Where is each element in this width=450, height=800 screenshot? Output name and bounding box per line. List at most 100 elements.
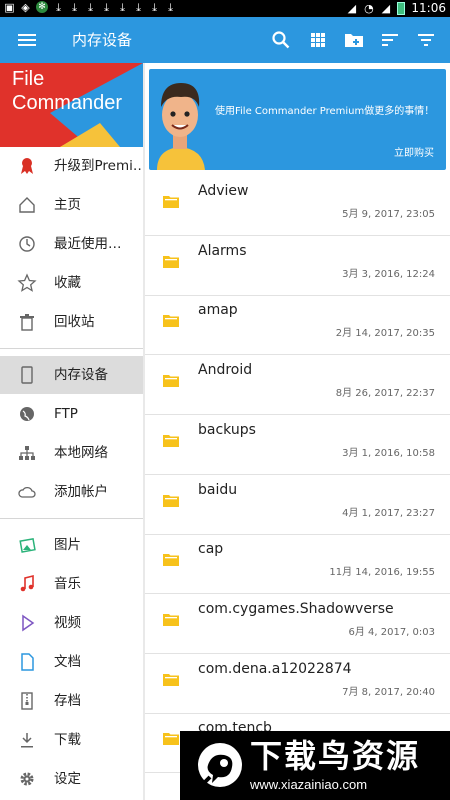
download-notification-icon: ⤓ xyxy=(136,1,141,14)
phone-icon xyxy=(21,366,33,384)
file-name: baidu xyxy=(198,481,238,498)
brand-title: File Commander xyxy=(12,68,123,114)
sidebar-item-archives[interactable]: 存档 xyxy=(0,682,143,720)
download-icon xyxy=(21,733,33,748)
file-modified-date: 6月 4, 2017, 0:03 xyxy=(348,626,435,638)
file-row[interactable]: amap 2月 14, 2017, 20:35 xyxy=(145,295,450,356)
navigation-drawer: File Commander 升级到Premi… 主页 最近使用… 收藏 回收站… xyxy=(0,63,143,800)
file-row[interactable]: com.cygames.Shadowverse 6月 4, 2017, 0:03 xyxy=(145,594,450,654)
download-notification-icon: ⤓ xyxy=(120,1,125,14)
sidebar-item-downloads[interactable]: 下载 xyxy=(0,721,143,759)
premium-ribbon-icon xyxy=(21,158,33,174)
folder-icon xyxy=(163,196,179,208)
file-modified-date: 5月 9, 2017, 23:05 xyxy=(342,209,435,220)
image-notification-icon: ▣ xyxy=(4,1,15,14)
file-name: cap xyxy=(198,541,224,558)
file-modified-date: 8月 26, 2017, 22:37 xyxy=(335,388,435,400)
watermark-logo: 下载鸟资源 www.xiazainiao.com xyxy=(180,731,450,800)
battery-icon xyxy=(397,2,406,15)
status-bar: ▣ ◈ ✻ ⤓ ⤓ ⤓ ⤓ ⤓ ⤓ ⤓ ⤓ ◢ ◔ ◢ 11:06 xyxy=(0,0,450,17)
network-icon xyxy=(19,446,35,460)
file-row[interactable]: com.dena.a12022874 7月 8, 2017, 20:40 xyxy=(145,654,450,714)
download-notification-icon: ⤓ xyxy=(152,1,157,14)
sidebar-item-label: 回收站 xyxy=(54,314,95,330)
file-modified-date: 4月 1, 2017, 23:27 xyxy=(342,507,435,519)
sidebar-item-music[interactable]: 音乐 xyxy=(0,565,143,603)
folder-icon xyxy=(163,315,179,328)
folder-icon xyxy=(163,255,179,268)
buy-now-link[interactable]: 立即购买 xyxy=(394,147,434,161)
file-modified-date: 3月 1, 2016, 10:58 xyxy=(342,447,435,459)
star-icon xyxy=(17,273,37,292)
new-folder-icon[interactable] xyxy=(342,28,366,52)
file-row[interactable]: Adview 5月 9, 2017, 23:05 xyxy=(145,176,450,236)
drawer-divider xyxy=(0,518,143,519)
file-row[interactable]: Alarms 3月 3, 2016, 12:24 xyxy=(145,236,450,296)
search-icon[interactable] xyxy=(269,28,293,52)
download-notification-icon: ⤓ xyxy=(56,1,61,14)
file-row[interactable]: Android 8月 26, 2017, 22:37 xyxy=(145,355,450,416)
sort-icon[interactable] xyxy=(378,28,402,52)
file-row[interactable]: baidu 4月 1, 2017, 23:27 xyxy=(145,475,450,535)
menu-icon[interactable] xyxy=(15,28,39,52)
signal-icon: ◢ xyxy=(347,2,357,15)
sidebar-item-ftp[interactable]: FTP xyxy=(0,395,143,433)
clock-icon xyxy=(19,236,35,252)
sidebar-item-label: 内存设备 xyxy=(54,367,108,383)
sidebar-item-label: 最近使用… xyxy=(54,236,122,252)
sidebar-item-pictures[interactable]: 图片 xyxy=(0,526,143,564)
trash-icon xyxy=(20,314,34,331)
sidebar-item-label: 音乐 xyxy=(54,576,81,592)
watermark-title: 下载鸟资源 xyxy=(250,737,421,775)
folder-icon xyxy=(163,613,179,626)
sidebar-item-recent[interactable]: 最近使用… xyxy=(0,225,143,263)
sidebar-item-settings[interactable]: 设定 xyxy=(0,760,143,798)
folder-icon xyxy=(163,375,179,388)
sidebar-item-home[interactable]: 主页 xyxy=(0,186,143,224)
sidebar-item-local-network[interactable]: 本地网络 xyxy=(0,434,143,472)
sidebar-item-label: 视频 xyxy=(54,615,81,631)
sidebar-item-recycle-bin[interactable]: 回收站 xyxy=(0,303,143,341)
download-notification-icon: ⤓ xyxy=(104,1,109,14)
document-icon xyxy=(21,653,34,671)
download-notification-icon: ⤓ xyxy=(168,1,173,14)
file-name: Android xyxy=(198,362,253,379)
file-row[interactable]: backups 3月 1, 2016, 10:58 xyxy=(145,415,450,475)
app-toolbar: 内存设备 xyxy=(0,17,450,63)
drawer-header: File Commander xyxy=(0,63,143,147)
archive-icon xyxy=(21,692,33,710)
file-list-panel: 使用File Commander Premium做更多的事情！ 立即购买 Adv… xyxy=(145,63,450,800)
sidebar-item-favorites[interactable]: 收藏 xyxy=(0,264,143,302)
sidebar-item-label: 收藏 xyxy=(54,275,81,291)
folder-icon xyxy=(163,733,179,746)
sidebar-item-label: 添加帐户 xyxy=(54,484,108,500)
sidebar-item-label: 图片 xyxy=(54,537,81,553)
bird-logo-icon xyxy=(198,743,242,787)
home-icon xyxy=(19,197,35,213)
promo-message: 使用File Commander Premium做更多的事情！ xyxy=(215,106,435,117)
file-modified-date: 11月 14, 2016, 19:55 xyxy=(329,567,435,579)
sidebar-item-upgrade[interactable]: 升级到Premi… xyxy=(0,147,143,185)
sidebar-item-internal-storage[interactable]: 内存设备 xyxy=(0,356,143,394)
folder-icon xyxy=(163,673,179,686)
sidebar-item-label: 升级到Premi… xyxy=(54,158,143,174)
watermark-url: www.xiazainiao.com xyxy=(250,777,368,792)
download-notification-icon: ⤓ xyxy=(88,1,93,14)
grid-view-icon[interactable] xyxy=(306,28,330,52)
file-name: Alarms xyxy=(198,242,247,259)
folder-icon xyxy=(163,494,179,507)
file-row[interactable]: cap 11月 14, 2016, 19:55 xyxy=(145,534,450,595)
notification-icons: ▣ ◈ ✻ ⤓ ⤓ ⤓ ⤓ ⤓ ⤓ ⤓ ⤓ xyxy=(4,1,176,14)
filter-icon[interactable] xyxy=(414,28,438,52)
shield-notification-icon: ◈ xyxy=(21,1,30,14)
sidebar-item-documents[interactable]: 文档 xyxy=(0,643,143,681)
premium-promo-card[interactable]: 使用File Commander Premium做更多的事情！ 立即购买 xyxy=(149,69,446,170)
folder-icon xyxy=(163,434,179,447)
app-notification-icon: ✻ xyxy=(36,1,48,13)
cloud-icon xyxy=(18,486,36,498)
system-icons: ◢ ◔ ◢ 11:06 xyxy=(346,0,446,17)
file-name: com.cygames.Shadowverse xyxy=(198,600,394,617)
sidebar-item-add-account[interactable]: 添加帐户 xyxy=(0,473,143,511)
sidebar-item-videos[interactable]: 视频 xyxy=(0,604,143,642)
file-name: amap xyxy=(198,302,238,319)
